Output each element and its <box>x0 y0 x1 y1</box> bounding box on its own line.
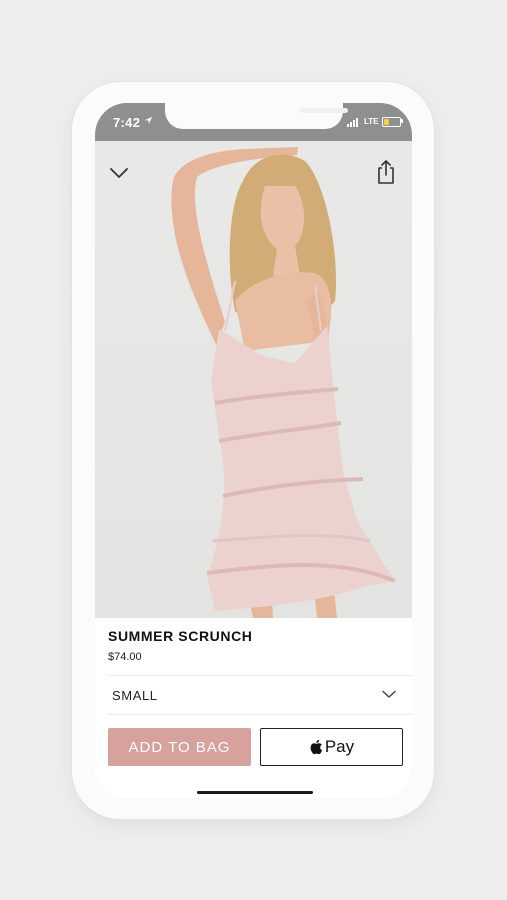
product-name: SUMMER SCRUNCH <box>108 628 253 644</box>
selected-size: SMALL <box>112 688 158 703</box>
network-type: LTE <box>364 117 379 126</box>
share-icon <box>378 160 394 184</box>
product-photo <box>95 141 412 618</box>
location-arrow-icon <box>144 116 153 125</box>
model-wearing-dress-illustration <box>171 147 396 618</box>
battery-cap <box>401 119 403 123</box>
add-to-bag-button[interactable]: ADD TO BAG <box>108 728 251 766</box>
battery-level <box>384 119 389 125</box>
product-price: $74.00 <box>108 651 142 663</box>
close-button[interactable] <box>107 163 131 183</box>
signal-icon <box>347 118 361 127</box>
apple-pay-label: Pay <box>324 737 355 756</box>
size-selector[interactable]: SMALL <box>95 675 412 714</box>
share-button[interactable] <box>375 159 397 185</box>
chevron-down-icon <box>382 690 396 698</box>
phone-frame: 7:42 LTE SUMMER SCRUNCH $74.00 SMALL ADD… <box>69 82 437 819</box>
screen: 7:42 LTE SUMMER SCRUNCH $74.00 SMALL ADD… <box>95 103 412 798</box>
chevron-down-icon <box>110 168 128 178</box>
speaker <box>300 108 348 113</box>
notch <box>165 103 348 129</box>
battery-icon <box>382 117 401 127</box>
power-button <box>434 247 437 317</box>
silent-switch <box>69 187 72 211</box>
divider <box>108 714 412 715</box>
status-time: 7:42 <box>113 115 141 130</box>
apple-pay-button[interactable]: Pay <box>260 728 403 766</box>
volume-down-button <box>69 296 72 342</box>
volume-up-button <box>69 242 72 288</box>
apple-logo-icon <box>310 739 322 755</box>
home-indicator[interactable] <box>197 791 313 794</box>
